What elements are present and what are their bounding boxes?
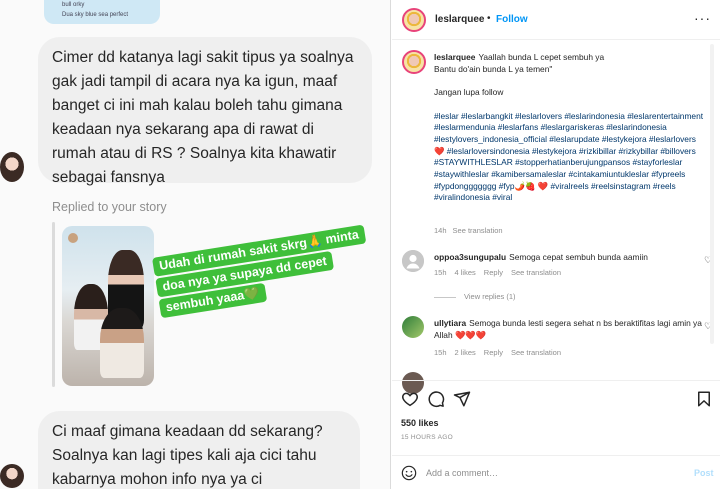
- comment-body: Semoga bunda lesti segera sehat n bs ber…: [434, 318, 702, 340]
- see-translation-link[interactable]: See translation: [511, 348, 561, 357]
- view-replies-link[interactable]: View replies (1): [434, 292, 516, 301]
- reply-divider: [52, 222, 55, 387]
- avatar[interactable]: [402, 250, 424, 272]
- reply-button[interactable]: Reply: [484, 348, 503, 357]
- message-bubble-2: Ci maaf gimana keadaan dd sekarang? Soal…: [38, 411, 360, 489]
- comment-input[interactable]: [426, 464, 676, 482]
- caption-meta: 14h See translation: [434, 226, 503, 235]
- scrollbar[interactable]: [710, 44, 714, 344]
- see-translation-link[interactable]: See translation: [511, 268, 561, 277]
- avatar: [0, 152, 24, 182]
- likes-count[interactable]: 550 likes: [401, 418, 439, 428]
- avatar[interactable]: [402, 316, 424, 338]
- comment-icon[interactable]: [427, 390, 445, 408]
- scrollbar-track: [710, 44, 714, 344]
- post-timestamp: 15 HOURS AGO: [401, 434, 454, 441]
- story-preview-text-1: bull orky: [62, 2, 85, 8]
- comment-meta: 15h 4 likes Reply See translation: [434, 268, 569, 277]
- caption-line-2: Bantu do'ain bunda L ya temen": [434, 63, 553, 74]
- caption-line-3: Jangan lupa follow: [434, 87, 504, 98]
- replied-to-story-label: Replied to your story: [52, 200, 167, 214]
- comment-text: oppoa3sungupalu Semoga cepat sembuh bunda…: [434, 252, 704, 264]
- share-icon[interactable]: [453, 390, 471, 408]
- comment-text: ullytiara Semoga bunda lesti segera sehat…: [434, 318, 704, 341]
- story-avatar: [68, 233, 78, 243]
- story-preview-top: bull orky Dua sky blue sea perfect: [44, 0, 160, 24]
- view-replies-label[interactable]: View replies (1): [464, 292, 516, 301]
- comment-body: Semoga cepat sembuh bunda aamiin: [509, 252, 648, 262]
- post-username[interactable]: leslarquee: [435, 14, 484, 25]
- avatar: [0, 464, 24, 488]
- story-thumbnail[interactable]: [62, 226, 154, 386]
- caption-hashtags[interactable]: #leslar #leslarbangkit #leslarlovers #le…: [434, 111, 703, 203]
- dm-screenshot: bull orky Dua sky blue sea perfect Cimer…: [0, 0, 391, 489]
- follow-button[interactable]: Follow: [496, 14, 528, 25]
- story-person: [100, 308, 144, 378]
- avatar[interactable]: [402, 8, 426, 32]
- caption-time: 14h: [434, 226, 447, 235]
- message-bubble-1: Cimer dd katanya lagi sakit tipus ya soa…: [38, 37, 372, 186]
- emoji-icon[interactable]: [401, 465, 417, 481]
- post-header: leslarquee • Follow ···: [392, 0, 720, 40]
- avatar[interactable]: [402, 50, 426, 74]
- comment-likes[interactable]: 4 likes: [455, 268, 476, 277]
- comment-username[interactable]: oppoa3sungupalu: [434, 252, 506, 262]
- caption-line-1: Yaallah bunda L cepet sembuh ya: [478, 52, 605, 62]
- comment-time: 15h: [434, 348, 447, 357]
- heart-icon[interactable]: [401, 390, 419, 408]
- more-icon[interactable]: ···: [694, 10, 711, 26]
- comment-likes[interactable]: 2 likes: [455, 348, 476, 357]
- story-reply-sticker: Udah di rumah sakit skrg🙏 minta doa nya …: [152, 224, 373, 321]
- add-comment-bar: Post: [392, 455, 720, 489]
- comment-meta: 15h 2 likes Reply See translation: [434, 348, 569, 357]
- bookmark-icon[interactable]: [695, 390, 713, 408]
- see-translation-link[interactable]: See translation: [453, 226, 503, 235]
- reply-button[interactable]: Reply: [484, 268, 503, 277]
- story-preview-text-2: Dua sky blue sea perfect: [62, 12, 129, 18]
- default-avatar-icon: [402, 250, 424, 272]
- post-actions: [392, 380, 720, 416]
- comment-username[interactable]: ullytiara: [434, 318, 466, 328]
- replies-line: [434, 296, 456, 298]
- caption-username[interactable]: leslarquee: [434, 52, 475, 62]
- post-comment-button[interactable]: Post: [694, 468, 714, 478]
- separator-dot: •: [487, 13, 491, 24]
- comment-time: 15h: [434, 268, 447, 277]
- post-caption: leslarquee Yaallah bunda L cepet sembuh y…: [434, 52, 706, 204]
- post-panel: leslarquee • Follow ··· leslarquee Yaalla…: [392, 0, 720, 489]
